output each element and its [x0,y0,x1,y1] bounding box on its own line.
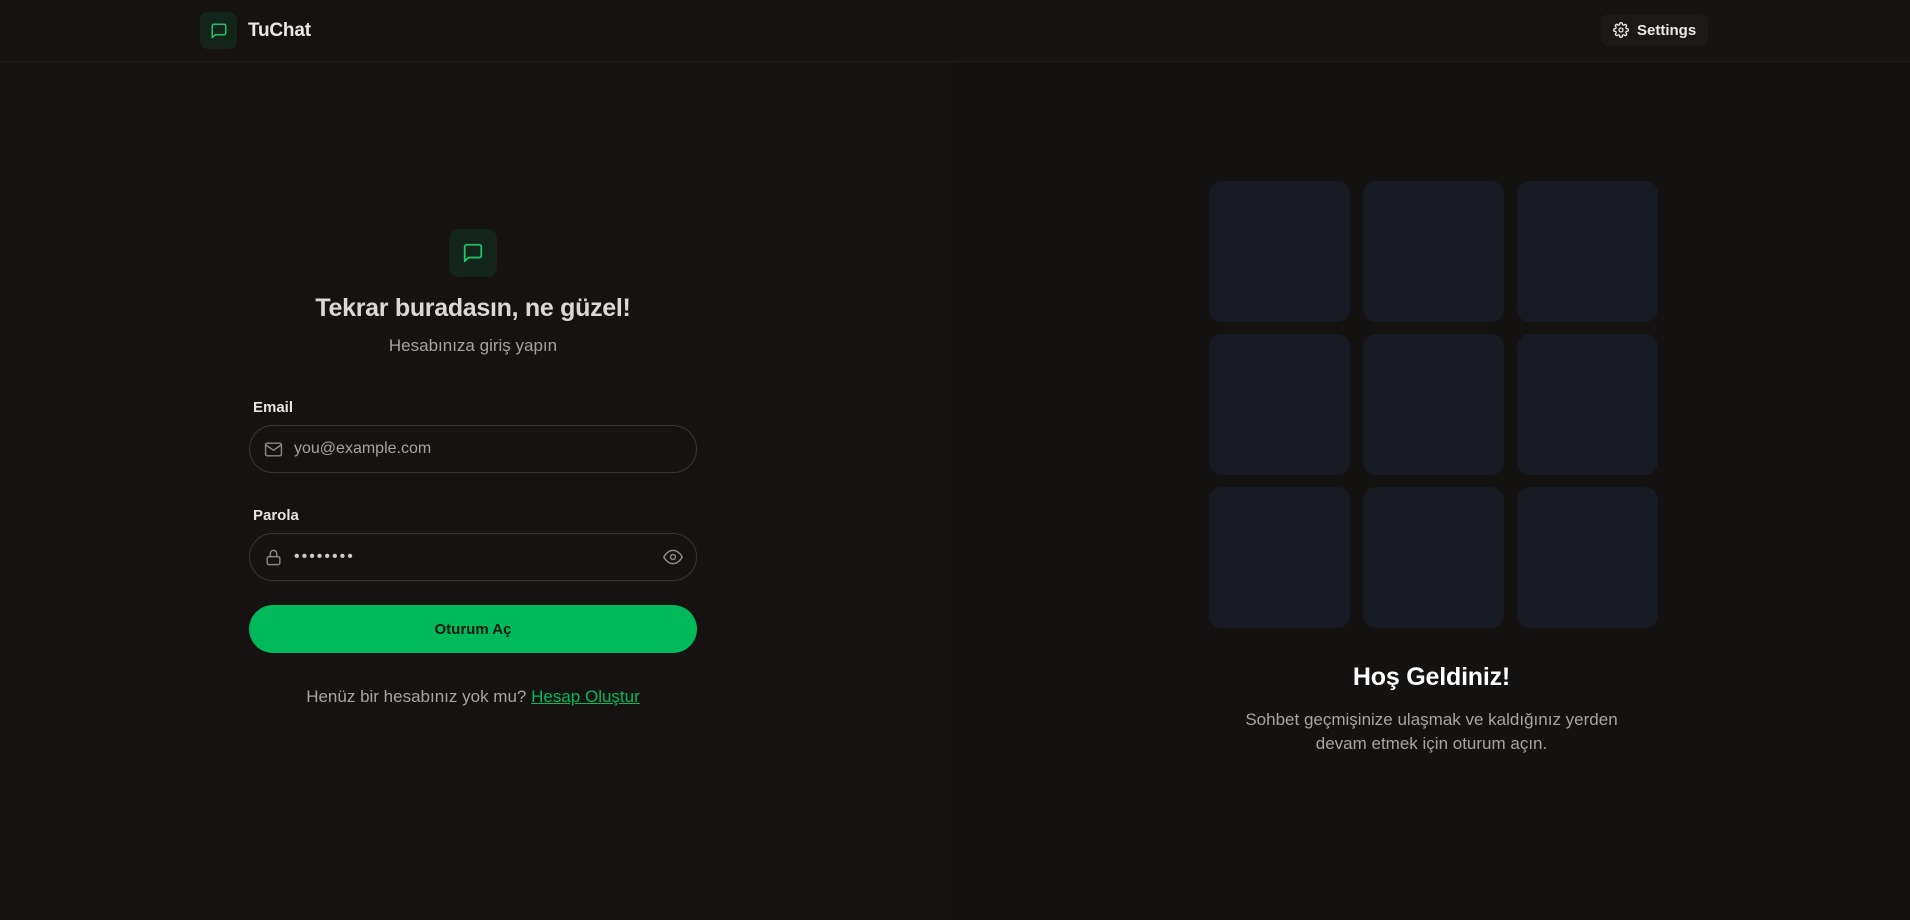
login-button[interactable]: Oturum Aç [249,605,697,653]
signup-prompt: Henüz bir hesabınız yok mu? [306,687,527,706]
login-title: Tekrar buradasın, ne güzel! [315,294,631,322]
email-label: Email [253,399,294,416]
placeholder-tile [1209,487,1350,628]
message-square-icon [449,229,497,277]
password-label: Parola [253,507,299,524]
login-subtitle: Hesabınıza giriş yapın [388,336,558,355]
password-field[interactable] [294,534,661,580]
create-account-link[interactable]: Hesap Oluştur [531,687,640,706]
placeholder-tile-grid [1209,181,1658,628]
placeholder-tile [1517,487,1658,628]
email-field-wrapper [249,425,697,473]
lock-icon [262,546,284,568]
eye-icon[interactable] [661,545,685,569]
signup-prompt-line: Henüz bir hesabınız yok mu? Hesap Oluştu… [249,687,697,707]
password-field-wrapper [249,533,697,581]
settings-label: Settings [1637,21,1697,39]
placeholder-tile [1363,334,1504,475]
gear-icon [1613,22,1629,38]
mail-icon [262,438,284,460]
email-field[interactable] [294,426,696,472]
placeholder-tile [1209,181,1350,322]
placeholder-tile [1363,181,1504,322]
login-pane: Tekrar buradasın, ne güzel! Hesabınıza g… [0,63,953,920]
brand[interactable]: TuChat [200,12,311,49]
brand-name: TuChat [248,19,311,41]
settings-button[interactable]: Settings [1601,14,1709,46]
placeholder-tile [1517,334,1658,475]
placeholder-tile [1517,181,1658,322]
welcome-title: Hoş Geldiniz! [1352,663,1511,691]
top-bar: TuChat Settings [0,0,1910,62]
welcome-pane: Hoş Geldiniz! Sohbet geçmişinize ulaşmak… [953,63,1910,920]
placeholder-tile [1363,487,1504,628]
welcome-description: Sohbet geçmişinize ulaşmak ve kaldığınız… [1245,710,1618,753]
message-square-icon [200,12,237,49]
placeholder-tile [1209,334,1350,475]
